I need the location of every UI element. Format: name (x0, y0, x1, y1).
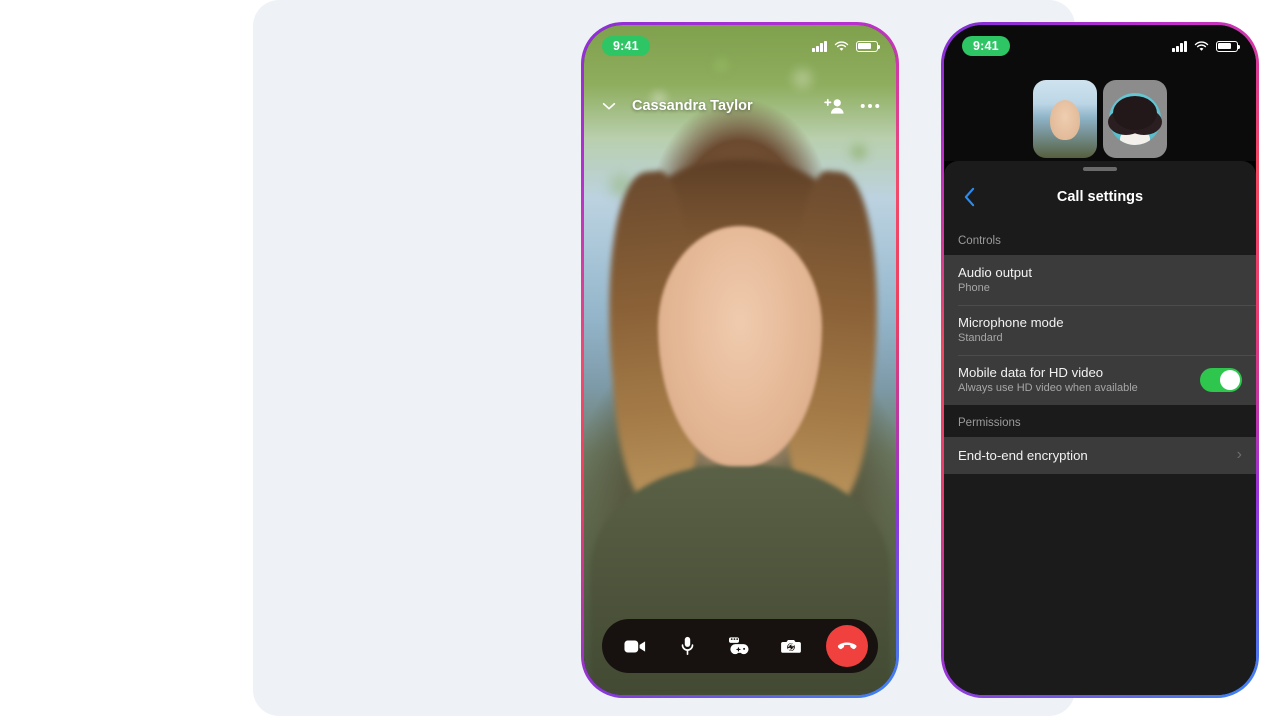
sheet-body: Controls Audio output Phone Microphone m… (944, 223, 1256, 695)
battery-icon (1216, 40, 1241, 52)
sheet-header: Call settings (944, 171, 1256, 223)
cellular-signal-icon (1172, 40, 1187, 52)
call-settings-sheet: Call settings Controls Audio output Phon… (944, 161, 1256, 695)
chevron-down-icon[interactable] (600, 97, 618, 115)
battery-icon (856, 40, 881, 52)
add-person-icon[interactable] (824, 97, 846, 115)
cellular-signal-icon (812, 40, 827, 52)
row-title: Mobile data for HD video (958, 365, 1104, 380)
phone-hangup-icon (837, 642, 857, 650)
settings-row-end-to-end-encryption[interactable]: End-to-end encryption › (944, 437, 1256, 474)
call-control-bar (602, 619, 878, 673)
video-call-minimized-area: 9:41 (944, 25, 1256, 161)
microphone-button[interactable] (670, 629, 704, 663)
video-camera-button[interactable] (618, 629, 652, 663)
participant-thumbnails (1033, 80, 1167, 158)
row-title: Microphone mode (958, 315, 1064, 330)
row-title: Audio output (958, 265, 1033, 280)
presentation-stage: 9:41 Cassandra Taylor 9:41 Call settings… (253, 0, 1259, 716)
row-title: End-to-end encryption (958, 447, 1088, 463)
video-camera-icon (624, 640, 646, 652)
phone-device-left: 9:41 Cassandra Taylor (581, 22, 899, 698)
game-controller-icon (729, 637, 749, 655)
row-subtitle: Phone (958, 282, 990, 294)
sheet-title: Call settings (1056, 189, 1144, 205)
status-icons (812, 40, 881, 52)
back-chevron-icon[interactable] (956, 184, 982, 210)
settings-group-permissions: End-to-end encryption › (944, 437, 1256, 474)
phone-device-right: 9:41 Call settings Controls Audio output… (941, 22, 1259, 698)
wifi-icon (834, 40, 849, 51)
sheet-empty-space (944, 474, 1256, 695)
participant-thumbnail-2[interactable] (1103, 80, 1167, 158)
settings-group-controls: Audio output Phone Microphone mode Stand… (944, 255, 1256, 405)
section-header-permissions: Permissions (944, 405, 1256, 437)
settings-row-microphone-mode[interactable]: Microphone mode Standard (944, 305, 1256, 355)
status-time: 9:41 (962, 36, 1010, 56)
settings-row-audio-output[interactable]: Audio output Phone (944, 255, 1256, 305)
chevron-right-icon: › (1236, 446, 1242, 463)
row-subtitle: Standard (958, 332, 1003, 344)
call-contact-name: Cassandra Taylor (632, 98, 753, 114)
status-bar-right: 9:41 (944, 25, 1256, 67)
phone-screen-right: 9:41 Call settings Controls Audio output… (944, 25, 1256, 695)
video-call-feed (584, 25, 896, 695)
status-time: 9:41 (602, 36, 650, 56)
status-icons (1172, 40, 1241, 52)
participant-thumbnail-1[interactable] (1033, 80, 1097, 158)
flip-camera-button[interactable] (774, 629, 808, 663)
microphone-icon (681, 636, 693, 655)
wifi-icon (1194, 40, 1209, 51)
call-header: Cassandra Taylor (584, 87, 896, 125)
row-subtitle: Always use HD video when available (958, 382, 1138, 394)
phone-screen-left: 9:41 Cassandra Taylor (584, 25, 896, 695)
settings-row-mobile-data-hd-video[interactable]: Mobile data for HD video Always use HD v… (944, 355, 1256, 405)
flip-camera-icon (781, 639, 801, 653)
hd-video-toggle[interactable] (1200, 367, 1242, 392)
section-header-controls: Controls (944, 223, 1256, 255)
status-bar-left: 9:41 (584, 25, 896, 67)
effects-button[interactable] (722, 629, 756, 663)
more-options-icon[interactable] (860, 103, 880, 109)
end-call-button[interactable] (826, 625, 868, 667)
toggle-knob (1220, 369, 1240, 390)
